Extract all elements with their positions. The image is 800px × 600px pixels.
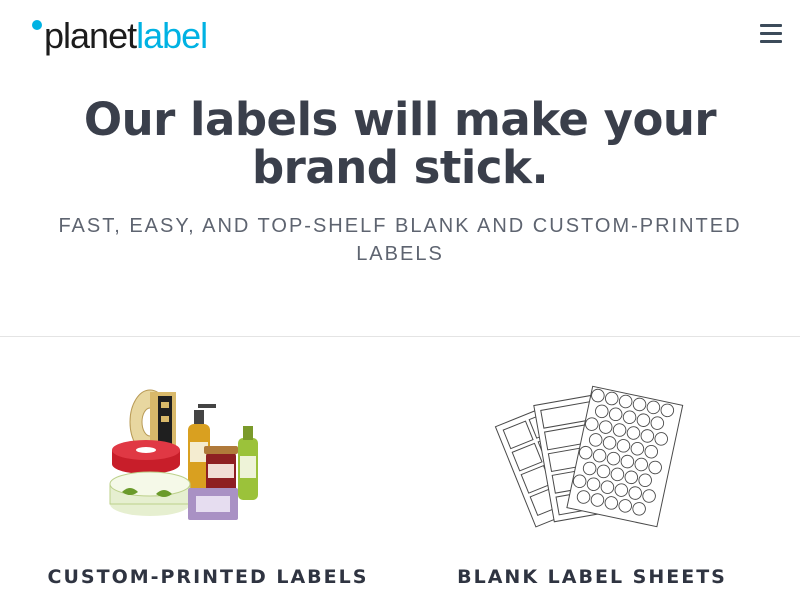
product-custom-printed-labels[interactable]: CUSTOM-PRINTED LABELS: [8, 380, 408, 588]
hero-subtitle: FAST, EASY, AND TOP-SHELF BLANK AND CUST…: [58, 215, 742, 265]
logo-text-planet: planet: [44, 15, 137, 56]
logo-text-label: label: [136, 15, 208, 56]
menu-bar: [760, 24, 782, 27]
hamburger-menu-icon[interactable]: [760, 24, 782, 43]
blank-label-sheets-image: [494, 385, 684, 528]
menu-bar: [760, 32, 782, 35]
logo-text: planetlabel: [44, 14, 208, 58]
menu-bar: [760, 40, 782, 43]
hero-title: Our labels will make your brand stick.: [83, 93, 717, 194]
product-blank-label-sheets[interactable]: BLANK LABEL SHEETS: [392, 380, 792, 588]
hero-section: Our labels will make your brand stick. F…: [0, 96, 800, 268]
product-title[interactable]: BLANK LABEL SHEETS: [392, 566, 792, 588]
site-header: planetlabel: [0, 0, 800, 70]
custom-labels-products-image: [109, 389, 258, 520]
planetlabel-logo[interactable]: planetlabel: [32, 14, 208, 60]
section-divider: [0, 336, 800, 337]
product-title[interactable]: CUSTOM-PRINTED LABELS: [8, 566, 408, 588]
logo-dot-icon: [32, 20, 42, 30]
